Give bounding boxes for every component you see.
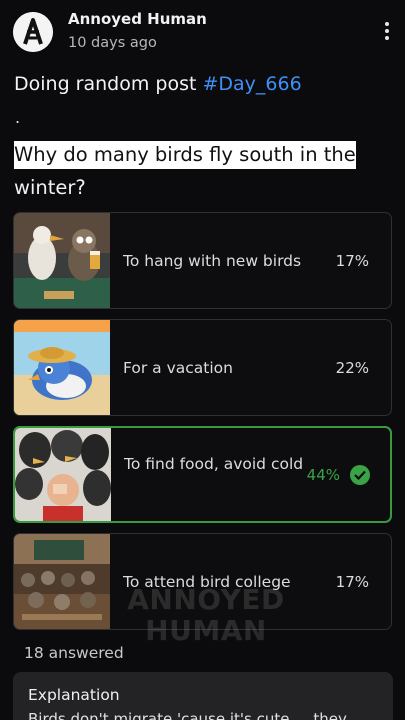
option-label: To find food, avoid cold <box>124 455 304 473</box>
option-label: For a vacation <box>123 359 233 377</box>
post-timestamp: 10 days ago <box>68 35 157 51</box>
explanation-panel[interactable]: Explanation Birds don't migrate 'cause i… <box>13 672 393 720</box>
poll-option[interactable]: To hang with new birds 17% <box>13 212 392 309</box>
option-percent: 17% <box>335 573 369 591</box>
watermark-line-1: ANNOYED <box>127 583 285 616</box>
explanation-title: Explanation <box>28 686 120 704</box>
post-dot: . <box>15 108 21 127</box>
post-text: Doing random post <box>14 73 203 95</box>
author-avatar[interactable] <box>13 12 53 52</box>
birds-at-bar-image <box>14 213 110 308</box>
question-line-1: Why do many birds fly south in the <box>14 141 356 169</box>
option-label: To hang with new birds <box>123 252 302 270</box>
watermark-line-2: HUMAN <box>145 614 267 647</box>
poll-option-correct[interactable]: To find food, avoid cold 44% <box>13 426 392 523</box>
question-line-2: winter? <box>14 176 86 199</box>
post-header: Annoyed Human 10 days ago <box>0 0 405 64</box>
option-percent: 22% <box>335 359 369 377</box>
watermark: ANNOYED HUMAN <box>96 584 316 646</box>
poll-question: Why do many birds fly south in the winte… <box>14 138 394 204</box>
poll-option[interactable]: For a vacation 22% <box>13 319 392 416</box>
more-options-icon[interactable] <box>379 20 395 42</box>
answered-count: 18 answered <box>24 644 124 662</box>
crowd-of-birds-image <box>15 428 111 521</box>
annoyed-human-logo-icon <box>13 12 53 52</box>
author-name[interactable]: Annoyed Human <box>68 10 207 28</box>
bird-on-beach-image <box>14 320 110 415</box>
correct-check-icon <box>350 465 370 485</box>
post-body: Doing random post #Day_666 <box>14 73 302 95</box>
option-percent: 44% <box>306 466 340 484</box>
hashtag-link[interactable]: #Day_666 <box>202 73 301 95</box>
option-percent: 17% <box>335 252 369 270</box>
explanation-body: Birds don't migrate 'cause it's cute ...… <box>28 710 347 720</box>
